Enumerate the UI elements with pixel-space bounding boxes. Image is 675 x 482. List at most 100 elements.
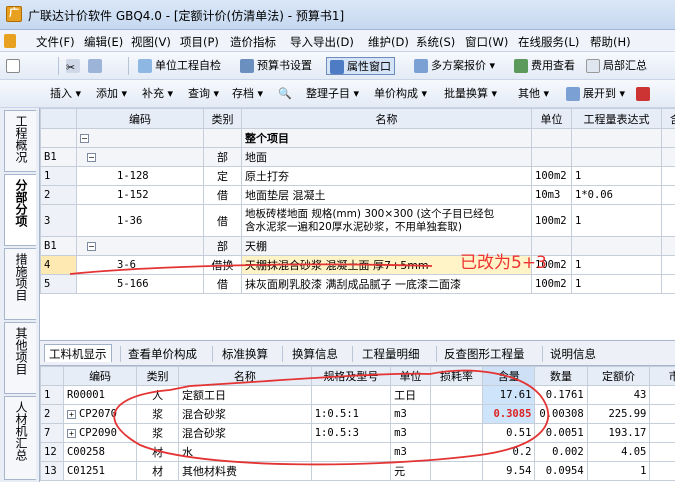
collapse-toggle[interactable]: − [87,153,96,162]
budget-settings-button[interactable]: 预算书设置 [240,57,312,75]
table-row[interactable]: 3 1-36 借 地板砖楼地面 规格(mm) 300×300 (这个子目已经包含… [40,204,675,237]
menu-maintain[interactable]: 维护(D) [368,34,409,50]
cell-loss[interactable] [429,423,484,443]
cell-name[interactable]: 地面垫层 混凝土 [241,185,532,205]
menu-import-export[interactable]: 导入导出(D) [290,34,354,50]
menu-project[interactable]: 项目(P) [180,34,219,50]
cell-cat[interactable]: 材 [136,461,179,481]
cell-unit[interactable]: 元 [390,461,431,481]
grid-header-unit[interactable]: 单位 [531,108,572,129]
cell-cat[interactable]: 人 [136,385,179,405]
cell-expr[interactable]: 1 [571,166,662,186]
cell-price[interactable]: 193.17 [586,423,651,443]
unit-check-button[interactable]: 单位工程自检 [138,57,221,75]
subgrid-header-qty[interactable]: 含量 [482,366,536,386]
subgrid-header-amount[interactable]: 数量 [534,366,588,386]
grid-header-cat[interactable]: 类别 [203,108,242,129]
cell-qty[interactable]: 0.3085 [482,404,536,424]
tab-unit-price[interactable]: 查看单价构成 [124,345,201,363]
cell-cat[interactable]: 定 [203,166,242,186]
cell-spec[interactable] [310,461,392,481]
collapse-toggle[interactable]: − [87,242,96,251]
cell-code[interactable]: 5-166 [76,274,204,294]
expand-toggle[interactable]: + [66,428,76,438]
table-row[interactable]: 1 1-128 定 原土打夯 100m2 1 [40,166,675,186]
cell-spec[interactable]: 1:0.5:3 [310,423,392,443]
subgrid-header-unit[interactable]: 单位 [390,366,431,386]
cell-price[interactable]: 4.05 [586,442,651,462]
new-icon[interactable] [6,57,23,75]
tab-project-overview[interactable]: 工程概况 [4,110,36,172]
collapse-toggle[interactable]: − [80,134,89,143]
cell-qty[interactable] [661,274,675,294]
copy-icon[interactable] [88,57,105,75]
cell-amount[interactable]: 0.0051 [534,423,588,443]
cell-qty[interactable]: 0.51 [482,423,536,443]
table-row[interactable]: 2 1-152 借 地面垫层 混凝土 10m3 1*0.06 [40,185,675,205]
cell-expr[interactable]: 1 [571,255,662,275]
save-button[interactable]: 存档 ▾ [232,85,263,103]
menu-help[interactable]: 帮助(H) [590,34,631,50]
menu-system[interactable]: 系统(S) [416,34,455,50]
cell-code[interactable]: 3-6 [76,255,204,275]
cell-spec[interactable]: 1:0.5:1 [310,404,392,424]
paint-icon[interactable] [636,85,653,103]
cell-loss[interactable] [429,461,484,481]
fee-view-button[interactable]: 费用查看 [514,57,575,75]
cell-amount[interactable]: 0.00308 [534,404,588,424]
cell-cat[interactable]: 借 [203,204,242,237]
cell-unit[interactable]: 100m2 [531,166,572,186]
table-row[interactable]: 13 C01251 材 其他材料费 元 9.54 0.0954 1 [40,461,675,481]
menu-window[interactable]: 窗口(W) [465,34,508,50]
cell-market[interactable] [649,442,675,462]
subgrid-header-loss[interactable]: 损耗率 [429,366,484,386]
cell-name[interactable]: 混合砂浆 [177,423,312,443]
cell-amount[interactable]: 0.002 [534,442,588,462]
table-row[interactable]: 12 C00258 材 水 m3 0.2 0.002 4.05 [40,442,675,462]
cell-market[interactable] [649,385,675,405]
menu-edit[interactable]: 编辑(E) [84,34,123,50]
cell-cat[interactable]: 浆 [136,423,179,443]
tab-description[interactable]: 说明信息 [546,345,600,363]
cell-loss[interactable] [429,385,484,405]
tab-divisions[interactable]: 分部分项 [4,174,36,246]
table-row[interactable]: B1 − 部 天棚 [40,236,675,256]
cell-price[interactable]: 225.99 [586,404,651,424]
cell-market[interactable] [649,423,675,443]
subgrid-header-price[interactable]: 定额价 [586,366,651,386]
table-row-selected[interactable]: 4 3-6 借换 天棚抹混合砂浆 混凝土面 厚7+5mm 100m2 1 [40,255,675,275]
cell-market[interactable] [649,404,675,424]
menu-cost-index[interactable]: 造价指标 [230,34,276,50]
cell-qty[interactable] [661,204,675,237]
cell-code[interactable]: R00001 [62,385,138,405]
menu-online[interactable]: 在线服务(L) [518,34,579,50]
cell-cat[interactable]: 借换 [203,255,242,275]
table-row[interactable]: − 整个项目 [40,128,675,148]
cell-unit[interactable]: 10m3 [531,185,572,205]
cell-name[interactable]: 抹灰面刷乳胶漆 满刮成品腻子 一底漆二面漆 [241,274,532,294]
table-row[interactable]: 7 + CP2090 浆 混合砂浆 1:0.5:3 m3 0.51 0.0051 … [40,423,675,443]
cell-name[interactable]: 水 [177,442,312,462]
subgrid-header-spec[interactable]: 规格及型号 [310,366,392,386]
cell-code[interactable]: 1-128 [76,166,204,186]
props-window-button[interactable]: 属性窗口 [326,57,395,75]
cell-loss[interactable] [429,442,484,462]
subgrid-header-name[interactable]: 名称 [177,366,312,386]
tab-measures[interactable]: 措施项目 [4,248,36,320]
doc-icon[interactable] [4,34,16,48]
tab-other-items[interactable]: 其他项目 [4,322,36,394]
cell-qty[interactable] [661,166,675,186]
cell-qty[interactable]: 0.2 [482,442,536,462]
multi-quote-button[interactable]: 多方案报价 ▾ [414,57,495,75]
cell-amount[interactable]: 0.1761 [534,385,588,405]
table-row[interactable]: 2 + CP2070 浆 混合砂浆 1:0.5:1 m3 0.3085 0.003… [40,404,675,424]
fill-button[interactable]: 补充 ▾ [142,85,173,103]
expand-to-button[interactable]: 展开到 ▾ [566,85,625,103]
cell-name[interactable]: 地板砖楼地面 规格(mm) 300×300 (这个子目已经包 含水泥浆一遍和20厚… [241,204,532,237]
unit-compose-button[interactable]: 单价构成 ▾ [374,85,427,103]
expand-toggle[interactable]: + [66,409,76,419]
cell-spec[interactable] [310,385,392,405]
cell-name[interactable]: 定额工日 [177,385,312,405]
cell-market[interactable] [649,461,675,481]
cell-unit[interactable]: m3 [390,442,431,462]
